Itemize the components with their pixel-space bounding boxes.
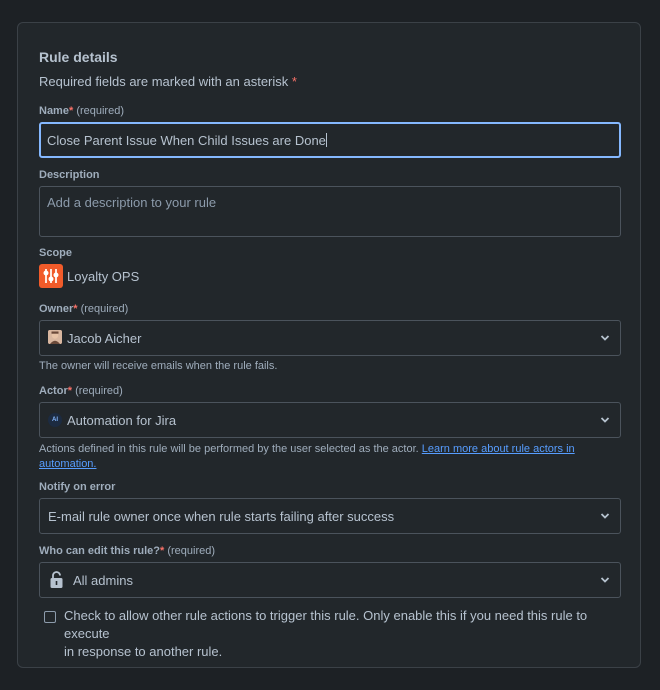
chevron-down-icon [600,577,610,583]
actor-helper: Actions defined in this rule will be per… [39,443,575,470]
avatar [48,330,62,344]
description-placeholder: Add a description to your rule [47,195,217,210]
actor-label: Actor* (required) [39,385,123,397]
chevron-down-icon [600,513,610,519]
text-caret [325,133,327,147]
owner-value: Jacob Aicher [67,331,142,346]
required-note: Required fields are marked with an aster… [39,74,297,89]
notify-value: E-mail rule owner once when rule starts … [48,509,395,524]
description-label: Description [39,169,100,181]
required-asterisk: * [291,74,297,89]
project-icon [39,264,63,288]
section-title: Rule details [39,49,118,65]
description-textarea[interactable]: Add a description to your rule [39,186,621,237]
lock-icon [50,571,63,588]
actor-value: Automation for Jira [67,413,177,428]
scope-value: Loyalty OPS [67,269,140,284]
required-asterisk: * [68,105,74,117]
name-label: Name* (required) [39,105,124,117]
scope-label: Scope [39,247,73,259]
actor-select[interactable]: AI Automation for Jira [39,402,621,438]
notify-select[interactable]: E-mail rule owner once when rule starts … [39,498,621,534]
owner-select[interactable]: Jacob Aicher [39,320,621,356]
owner-helper: The owner will receive emails when the r… [39,360,278,372]
name-input[interactable]: Close Parent Issue When Child Issues are… [39,122,621,158]
name-input-value: Close Parent Issue When Child Issues are… [47,133,326,148]
rule-details-panel: Rule details Required fields are marked … [17,22,641,668]
allow-trigger-checkbox[interactable] [44,611,56,623]
chevron-down-icon [600,417,610,423]
required-asterisk: * [67,385,73,397]
editors-select[interactable]: All admins [39,562,621,598]
required-asterisk: * [160,545,165,557]
editors-value: All admins [73,573,133,588]
automation-icon: AI [48,413,62,427]
allow-trigger-label[interactable]: Check to allow other rule actions to tri… [64,607,624,661]
editors-label: Who can edit this rule?* (required) [39,545,216,557]
chevron-down-icon [600,335,610,341]
required-asterisk: * [73,303,78,315]
notify-label: Notify on error [39,481,116,493]
owner-label: Owner* (required) [39,303,129,315]
